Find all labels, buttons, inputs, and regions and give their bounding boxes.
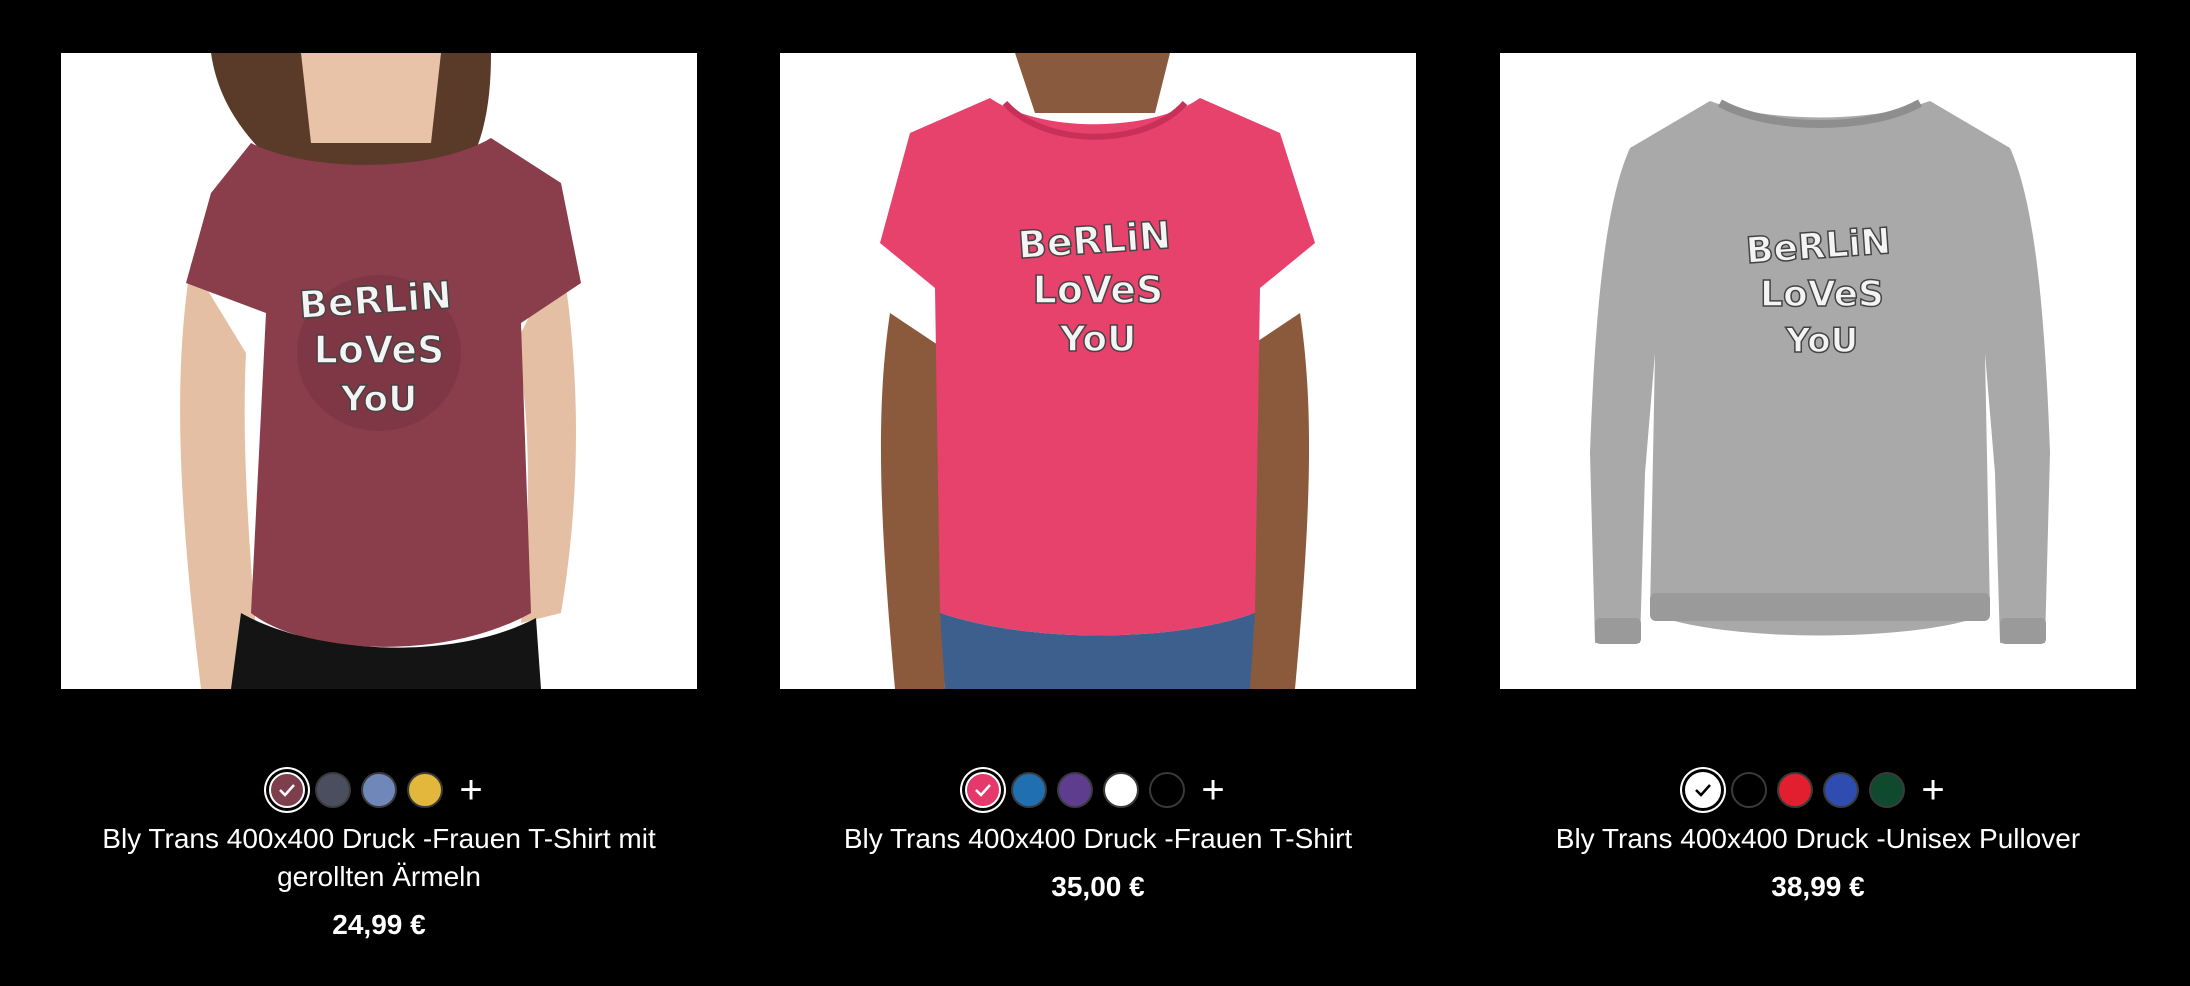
more-colors-button[interactable]: + — [453, 770, 489, 810]
color-swatch-azalea[interactable] — [965, 772, 1001, 808]
product-image[interactable]: BeRLiN LoVeS YoU — [1500, 53, 2136, 689]
product-photo-illustration: BeRLiN LoVeS YoU — [61, 53, 697, 689]
product-title[interactable]: Bly Trans 400x400 Druck -Frauen T-Shirt … — [61, 820, 697, 896]
color-swatch-royal-blue[interactable] — [1011, 772, 1047, 808]
check-icon — [279, 784, 295, 797]
product-card: BeRLiN LoVeS YoU + Bly Trans 400x400 Dru… — [780, 53, 1416, 904]
product-title[interactable]: Bly Trans 400x400 Druck -Unisex Pullover — [1500, 820, 2136, 858]
color-swatch-black[interactable] — [1149, 772, 1185, 808]
color-swatches: + — [61, 768, 697, 812]
product-title[interactable]: Bly Trans 400x400 Druck -Frauen T-Shirt — [780, 820, 1416, 858]
check-icon — [975, 784, 991, 797]
product-price: 24,99 € — [332, 909, 426, 940]
product-image[interactable]: BeRLiN LoVeS YoU — [780, 53, 1416, 689]
product-card: BeRLiN LoVeS YoU + Bly Trans 400x400 Dru… — [61, 53, 697, 942]
product-price: 38,99 € — [1771, 871, 1865, 902]
product-image[interactable]: BeRLiN LoVeS YoU — [61, 53, 697, 689]
color-swatch-red[interactable] — [1777, 772, 1813, 808]
color-swatches: + — [1500, 768, 2136, 812]
product-photo-illustration: BeRLiN LoVeS YoU — [1500, 53, 2136, 689]
product-price: 35,00 € — [1051, 871, 1145, 902]
svg-text:LoVeS: LoVeS — [314, 328, 445, 372]
svg-text:YoU: YoU — [340, 379, 418, 420]
color-swatch-slate[interactable] — [315, 772, 351, 808]
svg-text:LoVeS: LoVeS — [1760, 274, 1884, 315]
color-swatch-denim[interactable] — [361, 772, 397, 808]
color-swatch-mustard[interactable] — [407, 772, 443, 808]
color-swatch-black[interactable] — [1731, 772, 1767, 808]
product-photo-illustration: BeRLiN LoVeS YoU — [780, 53, 1416, 689]
color-swatch-bottle-green[interactable] — [1869, 772, 1905, 808]
more-colors-button[interactable]: + — [1915, 770, 1951, 810]
garment — [880, 98, 1315, 636]
product-card: BeRLiN LoVeS YoU + Bly Trans 400x400 Dru… — [1500, 53, 2136, 904]
color-swatch-white[interactable] — [1103, 772, 1139, 808]
color-swatches: + — [780, 768, 1416, 812]
svg-text:YoU: YoU — [1059, 319, 1137, 360]
design-print: BeRLiN LoVeS YoU — [297, 272, 461, 431]
svg-text:YoU: YoU — [1785, 321, 1858, 361]
color-swatch-royal-blue[interactable] — [1823, 772, 1859, 808]
garment — [1590, 101, 2050, 643]
color-swatch-purple[interactable] — [1057, 772, 1093, 808]
svg-text:LoVeS: LoVeS — [1033, 268, 1164, 312]
check-icon — [1695, 784, 1711, 797]
more-colors-button[interactable]: + — [1195, 770, 1231, 810]
color-swatch-white[interactable] — [1685, 772, 1721, 808]
color-swatch-bordeaux[interactable] — [269, 772, 305, 808]
